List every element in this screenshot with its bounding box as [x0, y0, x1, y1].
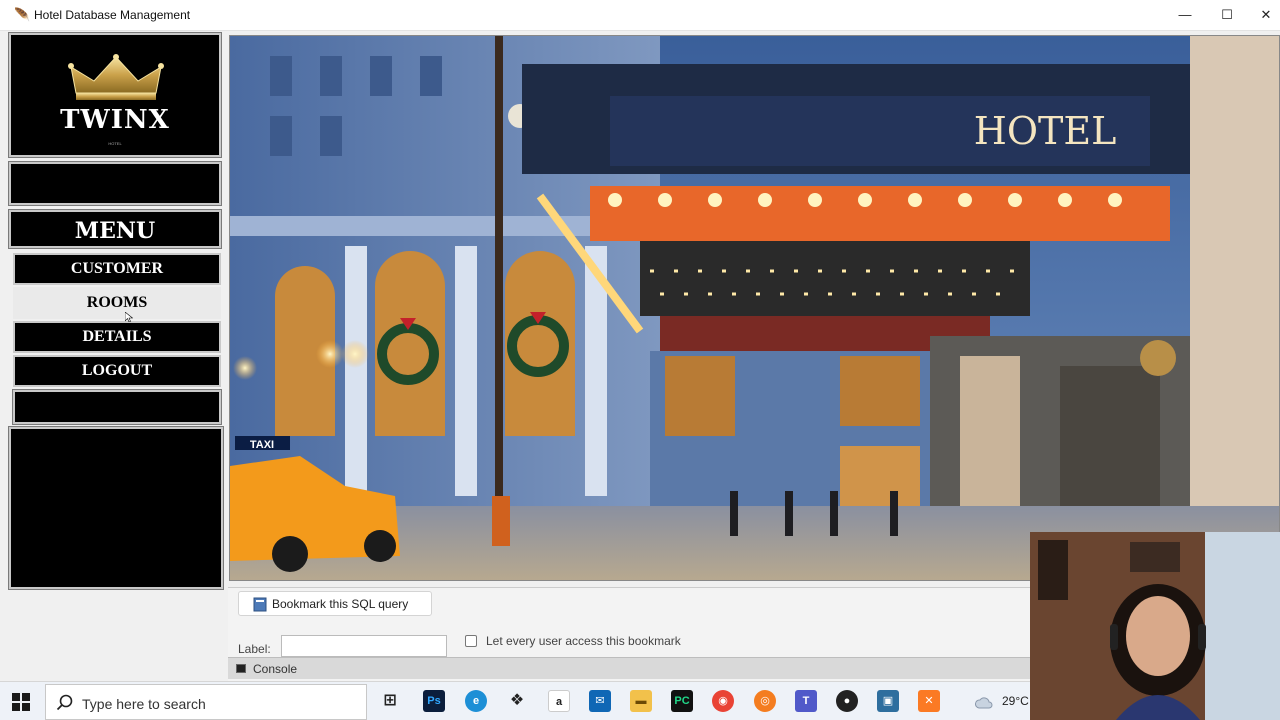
- bookmark-tab-label: Bookmark this SQL query: [272, 597, 409, 611]
- logo-panel: TWINX HOTEL: [8, 32, 222, 158]
- search-placeholder: Type here to search: [82, 696, 206, 712]
- details-button[interactable]: DETAILS: [13, 321, 221, 353]
- task-view-icon[interactable]: ⊞: [379, 690, 401, 712]
- hotel-illustration: HOTEL TAXI: [230, 36, 1279, 580]
- customer-button[interactable]: CUSTOMER: [13, 253, 221, 285]
- console-label: Console: [253, 662, 298, 676]
- logout-button[interactable]: LOGOUT: [13, 355, 221, 387]
- bookmark-sql-tab[interactable]: Bookmark this SQL query: [238, 591, 432, 616]
- console-bar[interactable]: Console: [228, 657, 1030, 679]
- xampp-icon[interactable]: ✕: [918, 690, 940, 712]
- file-explorer-icon[interactable]: ▬: [630, 690, 652, 712]
- console-icon: [236, 664, 246, 673]
- label-caption: Label:: [238, 642, 271, 656]
- maximize-button[interactable]: ☐: [1212, 4, 1242, 26]
- blank-panel: [8, 426, 224, 590]
- blank-panel: [8, 161, 222, 206]
- blank-panel: [12, 389, 222, 425]
- avast-icon[interactable]: ◎: [754, 690, 776, 712]
- weather-icon[interactable]: [975, 694, 993, 710]
- pycharm-icon[interactable]: PC: [671, 690, 693, 712]
- window-title: Hotel Database Management: [34, 8, 191, 22]
- dropbox-icon[interactable]: ❖: [506, 690, 528, 712]
- amazon-icon[interactable]: a: [548, 690, 570, 712]
- crown-icon: [68, 54, 164, 100]
- menu-header: MENU: [8, 209, 222, 249]
- minimize-button[interactable]: —: [1170, 4, 1200, 26]
- mail-icon[interactable]: ✉: [589, 690, 611, 712]
- obs-icon[interactable]: ●: [836, 690, 858, 712]
- rooms-button[interactable]: ROOMS: [13, 287, 221, 319]
- share-bookmark-checkbox[interactable]: [465, 635, 477, 647]
- webcam-overlay: [1030, 532, 1280, 720]
- mouse-cursor-icon: [125, 312, 133, 322]
- windows-taskbar: Type here to search ⊞ Ps e ❖ a ✉ ▬ PC ◉ …: [0, 681, 1030, 720]
- feather-app-icon: 🪶: [14, 7, 31, 22]
- temperature-label: 29°C: [1002, 694, 1029, 708]
- photoshop-icon[interactable]: Ps: [423, 690, 445, 712]
- edge-icon[interactable]: e: [465, 690, 487, 712]
- sidebar: TWINX HOTEL MENU CUSTOMER ROOMS DETAILS …: [7, 31, 225, 591]
- taxi-sign: TAXI: [250, 439, 274, 451]
- close-button[interactable]: ✕: [1251, 4, 1280, 26]
- python-icon[interactable]: ▣: [877, 690, 899, 712]
- logo-text: TWINX: [60, 105, 170, 135]
- chrome-icon[interactable]: ◉: [712, 690, 734, 712]
- logo-subtext: HOTEL: [108, 141, 122, 146]
- bookmark-icon: [253, 597, 267, 612]
- windows-start-icon[interactable]: [12, 693, 30, 711]
- sql-bookmark-panel: Bookmark this SQL query Label: Let every…: [228, 587, 1030, 681]
- window-titlebar: 🪶 Hotel Database Management — ☐ ✕: [0, 0, 1280, 31]
- hotel-sign: HOTEL: [974, 109, 1117, 153]
- hotel-photo: HOTEL TAXI: [229, 35, 1280, 581]
- teams-icon[interactable]: T: [795, 690, 817, 712]
- bookmark-label-input[interactable]: [281, 635, 447, 657]
- search-icon: [56, 694, 73, 711]
- taskbar-search[interactable]: Type here to search: [45, 684, 367, 720]
- share-bookmark-label: Let every user access this bookmark: [486, 634, 681, 648]
- menu-title: MENU: [74, 218, 156, 244]
- webcam-presenter-image: [1030, 532, 1280, 720]
